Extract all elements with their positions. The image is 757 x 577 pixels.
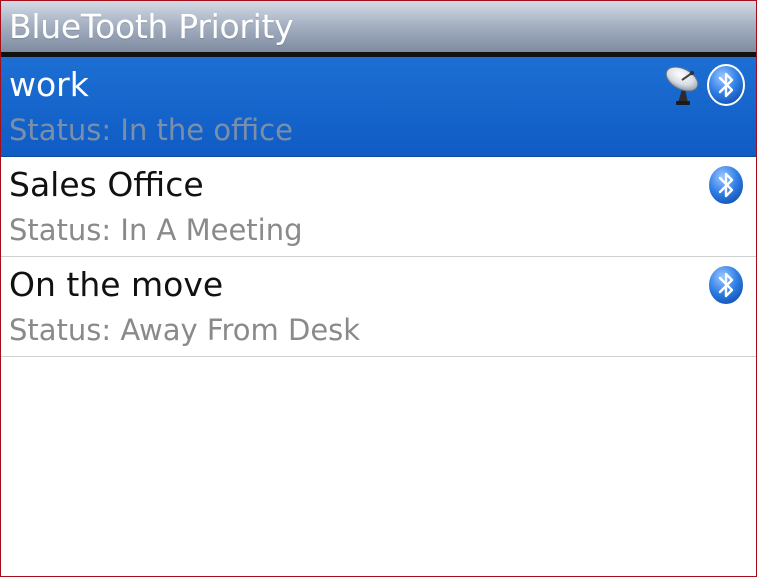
profile-list: work Status: In the office Sales Office …: [1, 57, 756, 357]
app-title: BlueTooth Priority: [9, 7, 294, 46]
bluetooth-icon: [704, 263, 748, 307]
profile-status: Status: In the office: [9, 113, 293, 147]
profile-name: Sales Office: [9, 165, 204, 204]
device-screen: BlueTooth Priority work Status: In the o…: [0, 0, 757, 577]
profile-name: work: [9, 65, 89, 104]
bluetooth-icon: [704, 163, 748, 207]
profile-name: On the move: [9, 265, 224, 304]
satellite-dish-icon: [662, 63, 706, 107]
list-item-sales-office[interactable]: Sales Office Status: In A Meeting: [1, 157, 756, 257]
profile-status: Status: In A Meeting: [9, 213, 303, 247]
list-item-work[interactable]: work Status: In the office: [1, 57, 756, 157]
title-bar: BlueTooth Priority: [1, 1, 756, 57]
bluetooth-icon: [704, 63, 748, 107]
profile-icons: [704, 263, 748, 307]
list-item-on-the-move[interactable]: On the move Status: Away From Desk: [1, 257, 756, 357]
profile-icons: [662, 63, 748, 107]
profile-icons: [704, 163, 748, 207]
profile-status: Status: Away From Desk: [9, 313, 361, 347]
